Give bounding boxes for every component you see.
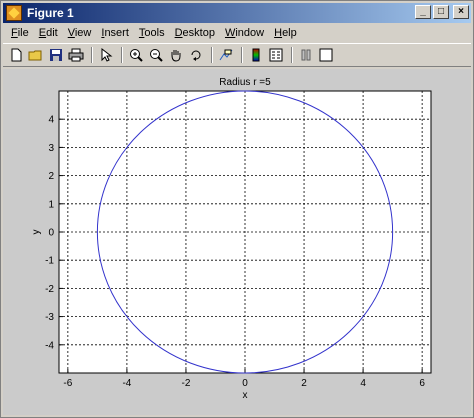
y-tick-label: 1 — [48, 199, 54, 210]
toolbar-separator — [91, 47, 93, 63]
y-tick-label: 3 — [48, 143, 54, 154]
x-tick-label: 4 — [360, 378, 366, 389]
menu-accelerator: E — [38, 27, 47, 39]
toolbar-separator — [121, 47, 123, 63]
hide-plot-tools-icon[interactable] — [297, 46, 315, 64]
minimize-button[interactable]: _ — [415, 5, 431, 19]
menu-label-rest: dit — [46, 27, 58, 39]
plot-svg[interactable]: -6 -4 -2 0 2 4 6 -4 -3 -2 -1 0 1 2 3 4 Radius r =5 x y — [3, 69, 471, 415]
toolbar-separator — [241, 47, 243, 63]
menu-label-rest: nsert — [104, 27, 129, 39]
data-cursor-icon[interactable] — [217, 46, 235, 64]
menu-item-help[interactable]: Help — [269, 27, 302, 39]
menu-label-rest: esktop — [182, 27, 215, 39]
menu-item-view[interactable]: View — [63, 27, 97, 39]
x-tick-label: -4 — [122, 378, 131, 389]
title-bar[interactable]: Figure 1 _ □ × — [3, 3, 471, 23]
legend-icon[interactable] — [267, 46, 285, 64]
x-axis-label: x — [243, 390, 248, 401]
y-tick-label: -4 — [45, 340, 54, 351]
y-tick-label: 0 — [48, 228, 54, 239]
toolbar-separator — [291, 47, 293, 63]
menu-label-rest: elp — [282, 27, 297, 39]
menu-item-insert[interactable]: Insert — [96, 27, 134, 39]
menu-accelerator: D — [174, 27, 183, 39]
menu-accelerator: W — [224, 27, 236, 39]
arrow-pointer-icon[interactable] — [97, 46, 115, 64]
print-icon[interactable] — [67, 46, 85, 64]
close-button[interactable]: × — [453, 5, 469, 19]
show-plot-tools-icon[interactable] — [317, 46, 335, 64]
figure-canvas: -6 -4 -2 0 2 4 6 -4 -3 -2 -1 0 1 2 3 4 Radius r =5 x y — [3, 69, 471, 415]
y-tick-label: -1 — [45, 256, 54, 267]
menu-item-edit[interactable]: Edit — [34, 27, 63, 39]
menu-label-rest: iew — [74, 27, 92, 39]
y-tick-label: 4 — [48, 115, 54, 126]
y-tick-label: 2 — [48, 171, 54, 182]
window-title: Figure 1 — [27, 6, 74, 20]
y-tick-label: -2 — [45, 284, 54, 295]
maximize-button[interactable]: □ — [433, 5, 449, 19]
open-file-icon[interactable] — [27, 46, 45, 64]
zoom-in-icon[interactable] — [127, 46, 145, 64]
chart-title: Radius r =5 — [219, 77, 271, 88]
rotate-3d-icon[interactable] — [187, 46, 205, 64]
figure-window: Figure 1 _ □ × File Edit View Insert Tools De… — [0, 0, 474, 418]
x-tick-label: 0 — [242, 378, 248, 389]
menu-label-rest: indow — [235, 27, 265, 39]
x-tick-label: -2 — [181, 378, 190, 389]
menu-accelerator: F — [11, 27, 18, 39]
menu-accelerator: V — [67, 27, 75, 39]
zoom-out-icon[interactable] — [147, 46, 165, 64]
matlab-logo-icon — [6, 5, 22, 21]
new-file-icon[interactable] — [7, 46, 25, 64]
menu-label-rest: ile — [17, 27, 29, 39]
menu-item-tools[interactable]: Tools — [134, 27, 170, 39]
colorbar-icon[interactable] — [247, 46, 265, 64]
y-tick-label: -3 — [45, 312, 54, 323]
menu-item-file[interactable]: File — [6, 27, 34, 39]
y-axis-label: y — [31, 230, 42, 235]
menu-bar: File Edit View Insert Tools Desktop Window Help — [3, 24, 471, 42]
window-controls: _ □ × — [415, 5, 469, 19]
toolbar-separator — [211, 47, 213, 63]
save-icon[interactable] — [47, 46, 65, 64]
x-tick-label: 6 — [419, 378, 425, 389]
x-tick-label: 2 — [301, 378, 307, 389]
pan-hand-icon[interactable] — [167, 46, 185, 64]
menu-accelerator: H — [274, 27, 283, 39]
toolbar — [3, 43, 471, 67]
x-tick-label: -6 — [63, 378, 72, 389]
menu-label-rest: ools — [144, 27, 165, 39]
menu-item-desktop[interactable]: Desktop — [170, 27, 220, 39]
menu-item-window[interactable]: Window — [220, 27, 269, 39]
